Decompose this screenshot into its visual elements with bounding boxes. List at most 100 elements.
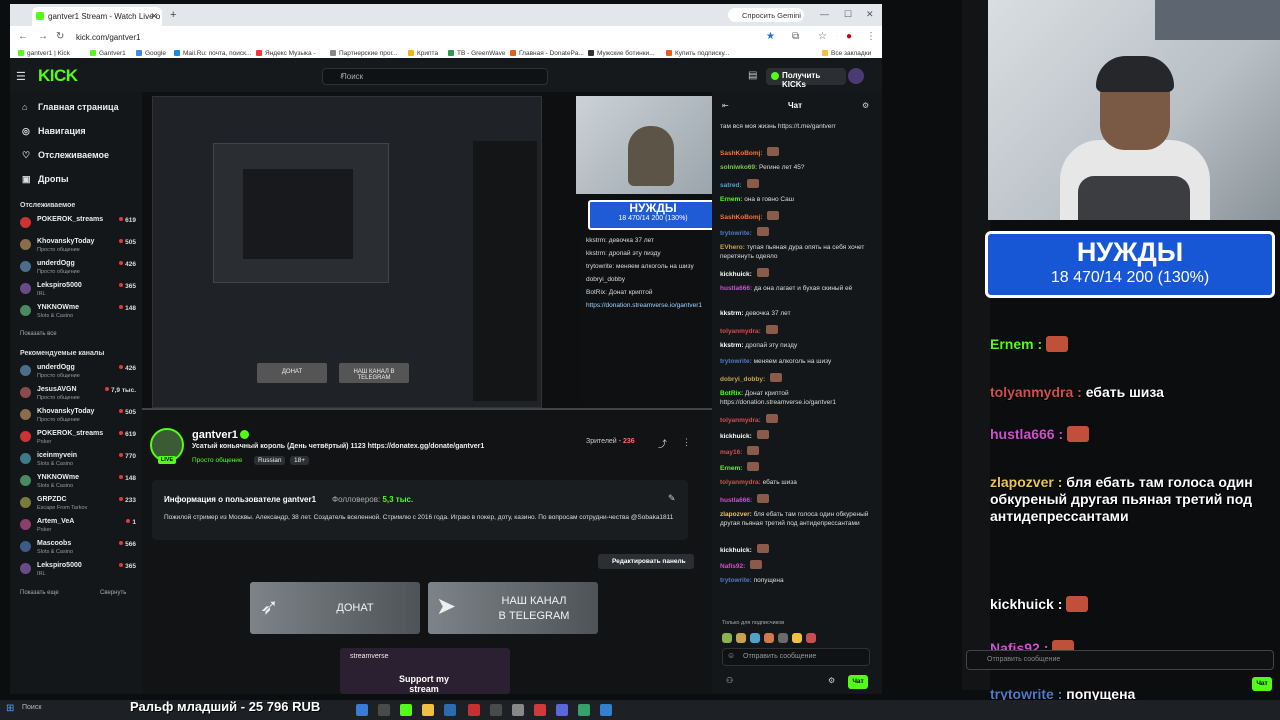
collapse-link[interactable]: Свернуть <box>100 590 126 596</box>
bookmark-icon[interactable]: ☆ <box>818 31 827 42</box>
chat-username[interactable]: dobryi_dobby: <box>720 376 765 383</box>
chat-username[interactable]: SashKoBomj: <box>720 214 763 221</box>
theater-icon[interactable]: ▤ <box>748 70 757 81</box>
sidebar-channel[interactable]: Lekspiro5000 IRL 365 <box>20 280 136 300</box>
sidebar-channel[interactable]: GRPZDC Escape From Tarkov 233 <box>20 494 136 514</box>
forward-icon[interactable]: → <box>38 31 48 42</box>
player-progress[interactable] <box>142 408 720 410</box>
new-tab-button[interactable]: + <box>170 9 176 21</box>
nav-drops[interactable]: ▣ Дропы <box>22 174 69 184</box>
taskbar-search[interactable]: Поиск <box>22 704 41 711</box>
video-player[interactable]: ДОНАТ НАШ КАНАЛ В TELEGRAM НУЖДЫ 18 470/… <box>142 92 720 410</box>
chat-username[interactable]: kkstrm: <box>720 310 743 317</box>
chrome-icon[interactable] <box>578 704 590 716</box>
bookmark-item[interactable]: Партнерские прог... <box>330 50 397 57</box>
taskview-icon[interactable] <box>356 704 368 716</box>
edit-panel-button[interactable]: Редактировать панель <box>598 554 694 569</box>
sidebar-channel[interactable]: YNKNOWme Slots & Casino 148 <box>20 302 136 322</box>
overlay-chat-input[interactable]: Отправить сообщение <box>966 650 1274 670</box>
sidebar-channel[interactable]: underdOgg Просто общение 426 <box>20 258 136 278</box>
bookmark-item[interactable]: Купить подписку... <box>666 50 729 57</box>
chat-username[interactable]: kickhuick: <box>720 433 752 440</box>
bookmark-item[interactable]: Все закладки <box>822 50 871 57</box>
hamburger-icon[interactable]: ☰ <box>16 70 26 83</box>
emoji-icon[interactable]: ☺ <box>727 651 735 660</box>
streamer-name[interactable]: gantver1 <box>192 429 238 441</box>
sidebar-channel[interactable]: YNKNOWme Slots & Casino 148 <box>20 472 136 492</box>
edit-icon[interactable]: ✎ <box>668 493 676 504</box>
chat-username[interactable]: tolyanmydra: <box>720 328 761 335</box>
collapse-chat-icon[interactable]: ⇤ <box>722 101 729 110</box>
show-more-link[interactable]: Показать еще <box>20 590 59 596</box>
sidebar-channel[interactable]: KhovanskyToday Просто общение 505 <box>20 406 136 426</box>
nav-home[interactable]: ⌂ Главная страница <box>22 102 119 112</box>
bookmark-item[interactable]: Крипта <box>408 50 438 57</box>
back-icon[interactable]: ← <box>18 31 28 42</box>
bookmark-item[interactable]: Яндекс Музыка - <box>256 50 316 57</box>
share-icon[interactable]: ⤴ <box>658 437 667 450</box>
show-all-link[interactable]: Показать все <box>20 331 57 337</box>
chat-username[interactable]: SashKoBomj: <box>720 150 763 157</box>
bookmark-item[interactable]: Мужские ботинки... <box>588 50 655 57</box>
url-text[interactable]: kick.com/gantver1 <box>76 33 140 42</box>
chat-username[interactable]: zlapozver: <box>720 511 752 518</box>
app-icon[interactable] <box>600 704 612 716</box>
chat-username[interactable]: trytowrite: <box>720 230 752 237</box>
more-icon[interactable]: ⋮ <box>682 437 691 448</box>
extensions-icon[interactable]: ⧉ <box>792 31 799 42</box>
user-avatar[interactable] <box>848 68 864 84</box>
reload-icon[interactable]: ↻ <box>56 31 64 42</box>
settings-icon[interactable]: ⚙ <box>828 676 835 685</box>
app-icon[interactable] <box>490 704 502 716</box>
chat-username[interactable]: tolyanmydra: <box>720 479 761 486</box>
chat-username[interactable]: satred: <box>720 182 742 189</box>
sidebar-channel[interactable]: POKEROK_streams 619 <box>20 214 136 234</box>
app-icon[interactable] <box>444 704 456 716</box>
close-window-icon[interactable]: ✕ <box>866 9 874 20</box>
ask-gemini-button[interactable]: Спросить Gemini <box>728 8 804 22</box>
bookmark-item[interactable]: Главная - DonatePa... <box>510 50 584 57</box>
profile-icon[interactable]: ● <box>846 31 852 42</box>
app-icon[interactable] <box>534 704 546 716</box>
emote-icon[interactable] <box>806 633 816 643</box>
emote-icon[interactable] <box>764 633 774 643</box>
bookmark-item[interactable]: gantver1 | Kick <box>18 50 70 57</box>
telegram-panel[interactable]: ➤ НАШ КАНАЛ В TELEGRAM <box>428 582 598 634</box>
sidebar-channel[interactable]: underdOgg Просто общение 426 <box>20 362 136 382</box>
emote-icon[interactable] <box>722 633 732 643</box>
chat-username[interactable]: trytowrite: <box>720 577 752 584</box>
sidebar-channel[interactable]: Artem_VeA Poker 1 <box>20 516 136 536</box>
chat-username[interactable]: EVhero: <box>720 244 745 251</box>
chat-username[interactable]: Nafis92: <box>720 563 745 570</box>
bookmark-item[interactable]: Gantver1 <box>90 50 126 57</box>
app-icon[interactable] <box>378 704 390 716</box>
category-link[interactable]: Просто общение <box>188 456 247 465</box>
bookmark-item[interactable]: Google <box>136 50 166 57</box>
app-icon[interactable] <box>556 704 568 716</box>
kick-logo[interactable]: KICK <box>38 66 78 86</box>
close-icon[interactable]: ✕ <box>150 11 158 22</box>
sidebar-channel[interactable]: iceinmyvein Slots & Casino 770 <box>20 450 136 470</box>
chat-username[interactable]: Ernem: <box>720 196 742 203</box>
chat-username[interactable]: tolyanmydra: <box>720 417 761 424</box>
chat-username[interactable]: may16: <box>720 449 742 456</box>
chat-username[interactable]: hustla666: <box>720 497 752 504</box>
search-input[interactable]: Поиск <box>322 68 548 85</box>
sidebar-channel[interactable]: POKEROK_streams Poker 619 <box>20 428 136 448</box>
emote-icon[interactable] <box>792 633 802 643</box>
app-icon[interactable] <box>512 704 524 716</box>
chat-users-icon[interactable]: ⚇ <box>726 676 733 685</box>
chat-username[interactable]: Ernem: <box>720 465 742 472</box>
get-kicks-button[interactable]: Получить KICKs <box>766 68 846 89</box>
emote-icon[interactable] <box>778 633 788 643</box>
sidebar-channel[interactable]: JesusAVGN Просто общение 7,9 тыс. <box>20 384 136 404</box>
chat-username[interactable]: hustla666: <box>720 285 752 292</box>
chat-username[interactable]: kkstrm: <box>720 342 743 349</box>
browser-tab[interactable]: gantver1 Stream - Watch Live o ✕ <box>32 7 162 26</box>
chat-username[interactable]: trytowrite: <box>720 358 752 365</box>
bookmark-item[interactable]: Mail.Ru: почта, поиск... <box>174 50 251 57</box>
sidebar-channel[interactable]: Lekspiro5000 IRL 365 <box>20 560 136 580</box>
sidebar-channel[interactable]: Mascoobs Slots & Casino 566 <box>20 538 136 558</box>
overlay-send-button[interactable]: Чат <box>1252 677 1272 691</box>
minimize-icon[interactable]: — <box>820 9 829 19</box>
